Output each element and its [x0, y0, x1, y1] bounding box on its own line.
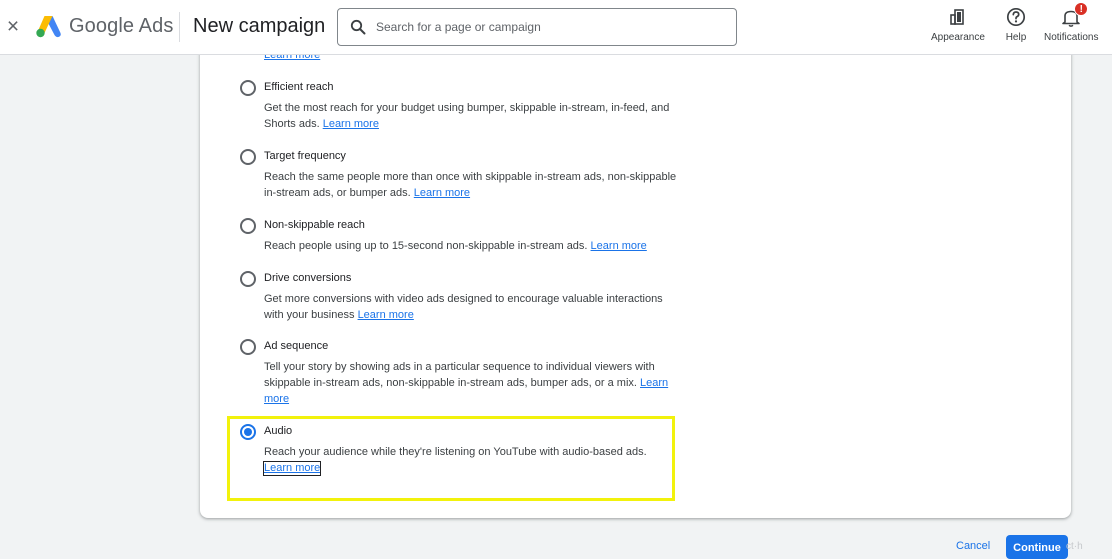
page-title: New campaign — [193, 15, 326, 37]
learn-more-link[interactable]: Learn more — [323, 118, 379, 130]
option-description: Reach your audience while they're listen… — [262, 444, 680, 476]
campaign-subtype-card: Learn more Efficient reach Get the most … — [200, 40, 1071, 518]
cancel-button[interactable]: Cancel — [956, 540, 990, 552]
option-description-text: Reach the same people more than once wit… — [264, 171, 677, 199]
notifications-icon-wrap: ! — [1060, 2, 1089, 28]
option-description-text: Reach people using up to 15-second non-s… — [264, 240, 588, 252]
option-title: Efficient reach — [264, 81, 334, 93]
notification-badge: ! — [1074, 2, 1089, 16]
help-button[interactable]: Help — [1005, 4, 1027, 43]
option-title: Ad sequence — [264, 340, 329, 352]
header-divider — [179, 12, 180, 42]
radio-button[interactable] — [240, 149, 256, 165]
brand-google: Google — [69, 15, 135, 37]
option-description: Reach people using up to 15-second non-s… — [264, 238, 680, 254]
option-description-text: Tell your story by showing ads in a part… — [264, 361, 655, 389]
radio-button[interactable] — [240, 80, 256, 96]
radio-button[interactable] — [240, 218, 256, 234]
radio-button[interactable] — [240, 339, 256, 355]
continue-button[interactable]: Continue — [1006, 535, 1068, 559]
option-description: Tell your story by showing ads in a part… — [264, 359, 680, 407]
help-icon — [1006, 7, 1026, 27]
brand-ads: Ads — [138, 15, 174, 37]
notifications-label: Notifications — [1044, 32, 1099, 43]
appearance-button[interactable]: Appearance — [931, 4, 985, 43]
option-description: Reach the same people more than once wit… — [264, 169, 680, 201]
appearance-icon — [950, 9, 964, 25]
google-ads-logo-icon — [36, 16, 61, 38]
radio-button[interactable] — [240, 271, 256, 287]
learn-more-link[interactable]: Learn more — [591, 240, 647, 252]
google-ads-wordmark: Google Ads — [69, 15, 173, 38]
learn-more-link[interactable]: Learn more — [262, 461, 322, 476]
option-description-text: Reach your audience while they're listen… — [264, 446, 647, 458]
faded-text: ct·h — [1066, 541, 1083, 552]
option-title: Drive conversions — [264, 272, 352, 284]
learn-more-link[interactable]: Learn more — [414, 187, 470, 199]
option-title: Audio — [264, 425, 293, 437]
option-description: Get more conversions with video ads desi… — [264, 291, 680, 323]
search-input[interactable] — [374, 19, 704, 35]
option-title: Target frequency — [264, 150, 346, 162]
option-description: Get the most reach for your budget using… — [264, 100, 680, 132]
option-description-text: Get more conversions with video ads desi… — [264, 293, 663, 321]
notifications-button[interactable]: ! Notifications — [1044, 2, 1099, 43]
option-title: Non-skippable reach — [264, 219, 365, 231]
appearance-label: Appearance — [931, 32, 985, 43]
learn-more-link[interactable]: Learn more — [358, 309, 414, 321]
help-label: Help — [1005, 32, 1027, 43]
search-field[interactable] — [337, 8, 737, 46]
close-icon[interactable]: × — [2, 14, 24, 40]
top-app-bar: × Google Ads New campaign Appearance Hel… — [0, 0, 1112, 55]
search-icon — [350, 19, 366, 35]
radio-button-selected[interactable] — [240, 424, 256, 440]
